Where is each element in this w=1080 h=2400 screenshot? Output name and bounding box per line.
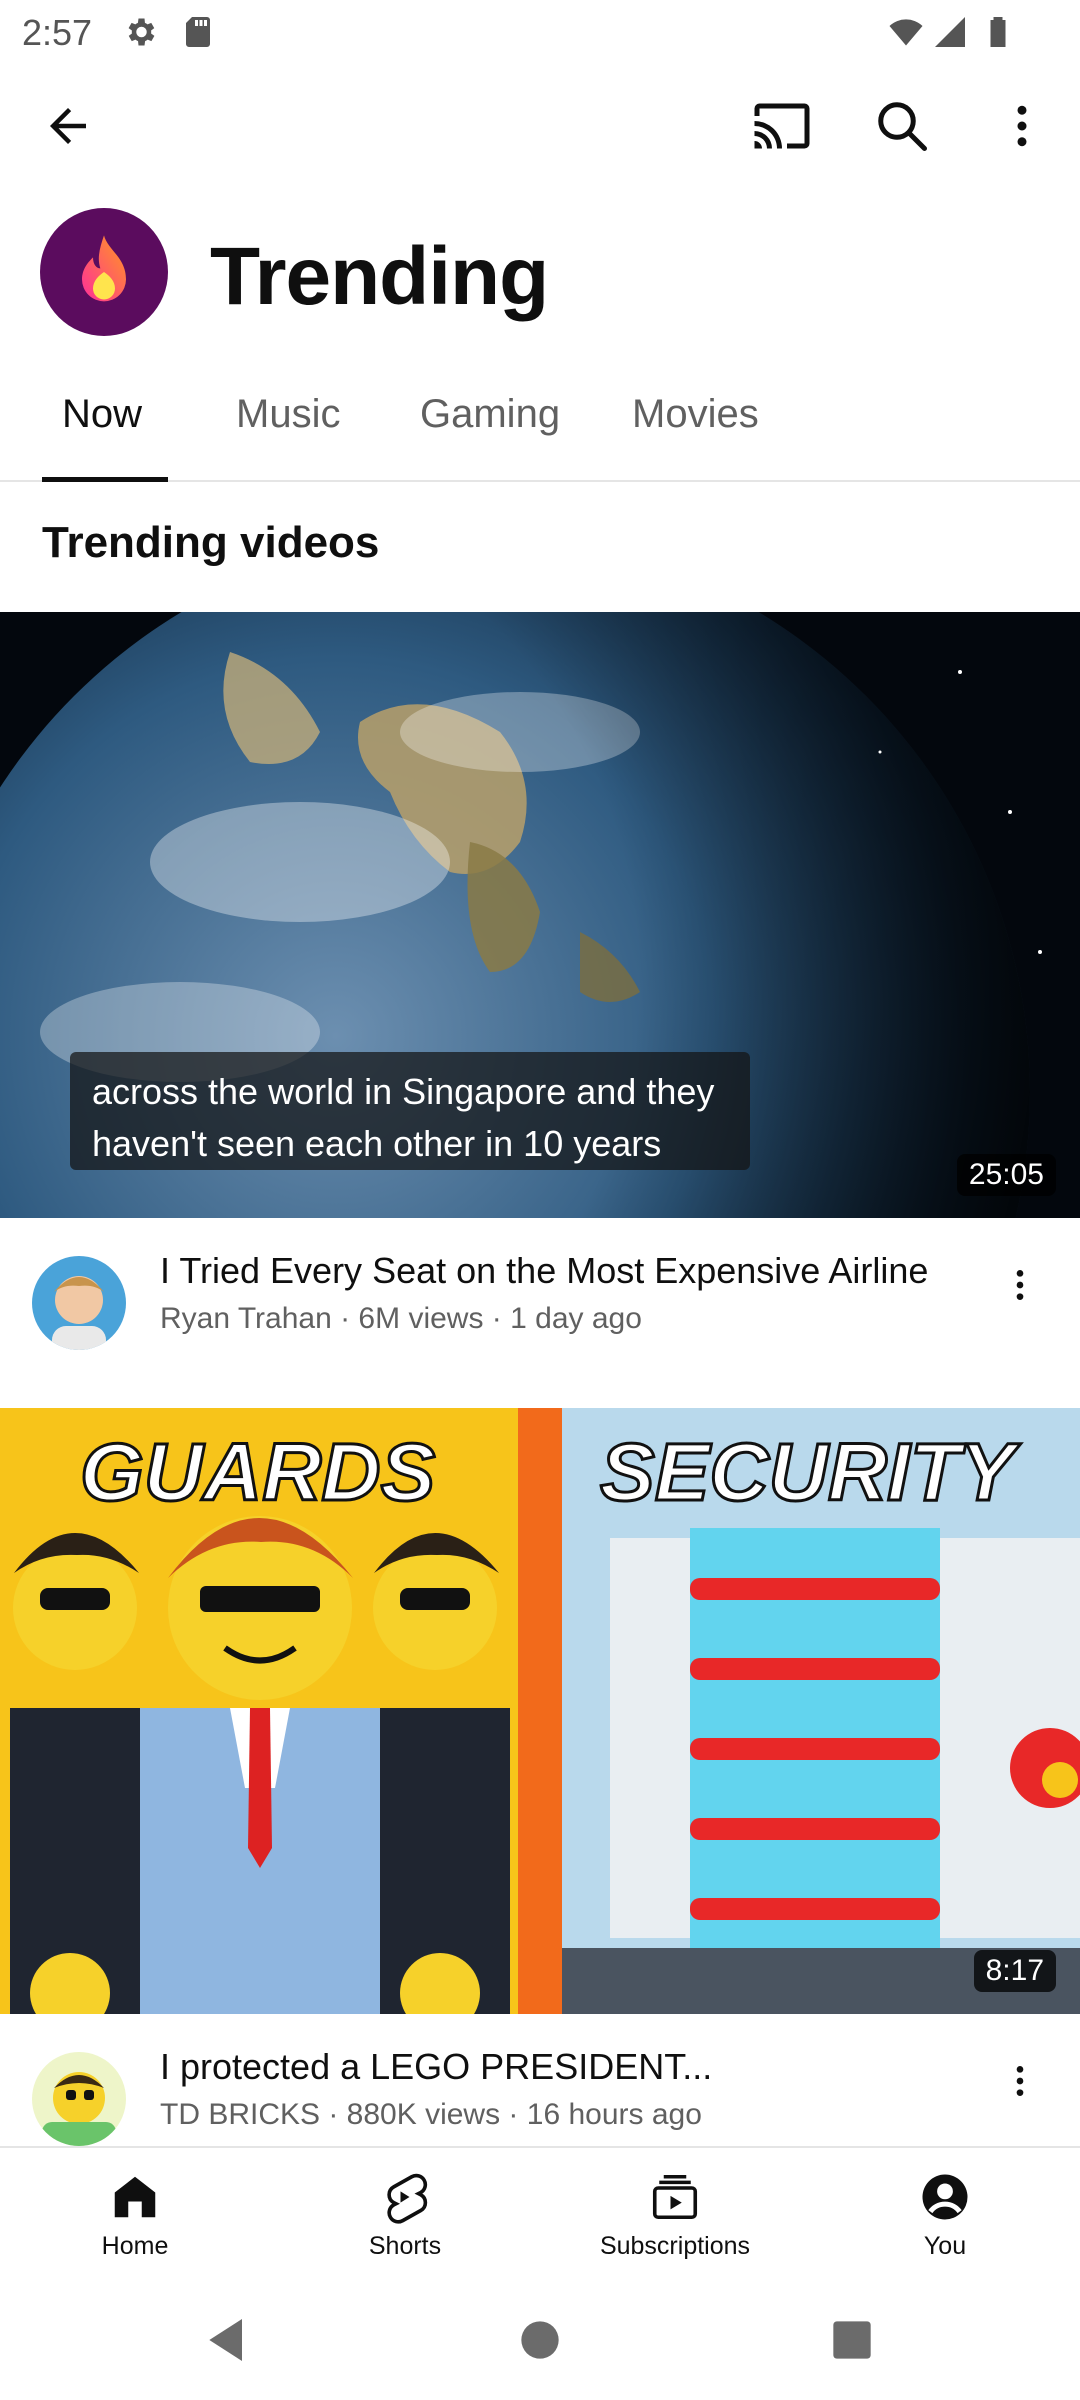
video-title[interactable]: I Tried Every Seat on the Most Expensive…	[160, 1250, 928, 1292]
system-recents-icon[interactable]	[824, 2312, 880, 2368]
cast-icon	[754, 103, 810, 149]
cast-button[interactable]	[742, 86, 822, 166]
video-meta-row: I Tried Every Seat on the Most Expensive…	[0, 1246, 1080, 1376]
video-caption: across the world in Singapore and they h…	[70, 1052, 750, 1170]
sd-card-icon	[186, 17, 210, 47]
nav-subscriptions-label: Subscriptions	[599, 2231, 751, 2260]
video-thumbnail[interactable]: across the world in Singapore and they h…	[0, 612, 1080, 1218]
video-metadata: TD BRICKS · 880K views · 16 hours ago	[160, 2098, 702, 2131]
video-duration: 8:17	[973, 1950, 1056, 1992]
thumb-text-right: SECURITY	[599, 1426, 1017, 1520]
page-header: Trending	[0, 200, 1080, 350]
thumb-text-left: GUARDS	[78, 1426, 436, 1520]
nav-you[interactable]: You	[810, 2148, 1080, 2282]
video-title[interactable]: I protected a LEGO PRESIDENT...	[160, 2046, 712, 2088]
video-more-button[interactable]	[990, 1250, 1050, 1320]
video-more-button[interactable]	[990, 2046, 1050, 2116]
search-button[interactable]	[862, 86, 942, 166]
video-metadata: Ryan Trahan · 6M views · 1 day ago	[160, 1302, 642, 1335]
system-back-icon[interactable]	[200, 2312, 256, 2368]
tab-now[interactable]: Now	[62, 392, 142, 437]
system-navigation-bar	[0, 2280, 1080, 2400]
nav-home-label: Home	[101, 2231, 169, 2260]
system-home-icon[interactable]	[512, 2312, 568, 2368]
account-icon	[922, 2174, 968, 2219]
status-time: 2:57	[22, 12, 93, 53]
avatar-image	[32, 1256, 126, 1350]
wifi-icon	[889, 19, 923, 46]
video-duration: 25:05	[956, 1154, 1056, 1196]
tab-active-indicator	[42, 477, 168, 482]
page-title: Trending	[210, 231, 549, 322]
bottom-navigation: Home Shorts Subscriptions You	[0, 2146, 1080, 2280]
gear-icon	[128, 18, 155, 46]
trending-avatar	[40, 208, 168, 336]
home-icon	[114, 2176, 156, 2217]
subscriptions-icon	[652, 2174, 698, 2219]
shorts-icon	[387, 2173, 428, 2224]
channel-avatar[interactable]	[32, 1256, 126, 1350]
more-vertical-icon	[1016, 1270, 1024, 1300]
nav-home[interactable]: Home	[0, 2148, 270, 2282]
nav-shorts[interactable]: Shorts	[270, 2148, 540, 2282]
tab-music[interactable]: Music	[236, 392, 340, 437]
caption-line-2: haven't seen each other in 10 years	[92, 1123, 662, 1164]
category-tabs: Now Music Gaming Movies	[0, 360, 1080, 482]
caption-line-1: across the world in Singapore and they	[92, 1071, 715, 1112]
battery-icon	[990, 17, 1006, 47]
tab-gaming[interactable]: Gaming	[420, 392, 560, 437]
top-app-bar	[0, 66, 1080, 186]
back-arrow-icon	[50, 108, 86, 144]
more-options-button[interactable]	[982, 86, 1062, 166]
search-icon	[878, 102, 927, 151]
tab-movies[interactable]: Movies	[632, 392, 759, 437]
channel-avatar[interactable]	[32, 2052, 126, 2146]
signal-icon	[935, 17, 965, 47]
more-vertical-icon	[1017, 105, 1027, 147]
status-bar: 2:57	[0, 0, 1080, 66]
back-button[interactable]	[28, 86, 108, 166]
avatar-image	[32, 2052, 126, 2146]
flame-icon	[82, 235, 126, 302]
nav-you-label: You	[923, 2231, 967, 2260]
nav-subscriptions[interactable]: Subscriptions	[540, 2148, 810, 2282]
nav-shorts-label: Shorts	[368, 2231, 442, 2260]
more-vertical-icon	[1016, 2066, 1024, 2096]
video-thumbnail[interactable]: GUARDS SECURITY 8:17	[0, 1408, 1080, 2014]
section-title: Trending videos	[42, 518, 380, 567]
